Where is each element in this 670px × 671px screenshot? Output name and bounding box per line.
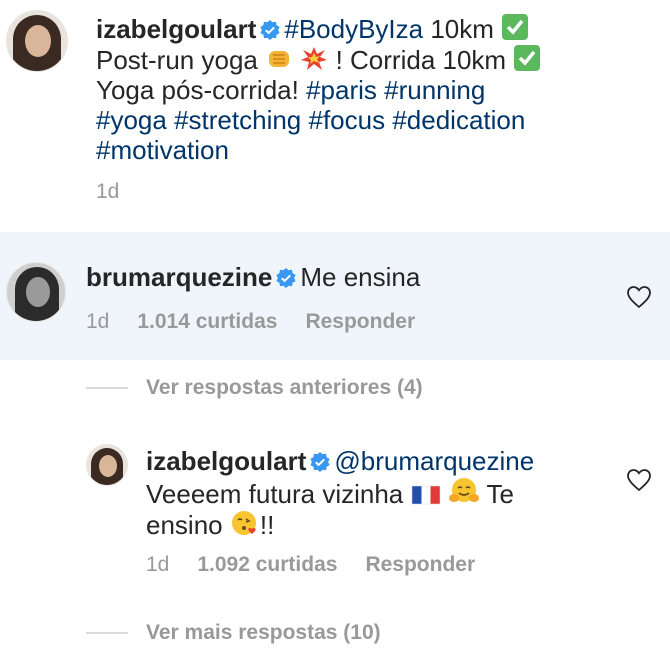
view-previous-replies-button[interactable]: Ver respostas anteriores (4) (146, 376, 423, 400)
caption-avatar[interactable] (6, 10, 68, 72)
heart-outline-icon[interactable] (626, 468, 652, 492)
reply-body-part-3: ensino (146, 510, 223, 540)
hashtag-motivation[interactable]: #motivation (96, 135, 229, 165)
comment-likes-count[interactable]: 1.014 curtidas (137, 310, 277, 333)
comment-text: brumarquezine Me ensina (86, 262, 606, 292)
caption-yoga-text: Yoga pós-corrida! (96, 75, 299, 105)
reply-line-1: izabelgoulart @brumarquezine (146, 446, 606, 476)
comment-body: Me ensina (300, 262, 421, 292)
comment-avatar[interactable] (6, 262, 66, 322)
reply-reply-button[interactable]: Responder (365, 553, 475, 576)
caption-post-run-text: Post-run yoga (96, 45, 258, 75)
highlighted-comment-background (0, 232, 670, 360)
verified-badge-icon (276, 268, 296, 288)
check-mark-emoji (514, 45, 541, 71)
caption-line-1: izabelgoulart #BodyByIza 10km (96, 13, 656, 44)
hashtag-focus[interactable]: #focus (309, 105, 386, 135)
france-flag-emoji (411, 485, 440, 505)
hugging-face-emoji (448, 478, 479, 502)
comment-meta: 1d 1.014 curtidas Responder (86, 310, 443, 334)
mention-brumarquezine[interactable]: @brumarquezine (334, 446, 534, 476)
comment-username[interactable]: brumarquezine (86, 262, 272, 292)
caption: izabelgoulart #BodyByIza 10km Post-run yo… (96, 13, 656, 165)
caption-line-3: Yoga pós-corrida! #paris #running (96, 75, 656, 105)
reply-avatar[interactable] (86, 444, 128, 486)
caption-10km: 10km (430, 14, 494, 44)
hashtag-yoga[interactable]: #yoga (96, 105, 167, 135)
hashtag-running[interactable]: #running (384, 75, 485, 105)
hashtag-dedication[interactable]: #dedication (392, 105, 525, 135)
hashtag-bodybyiza[interactable]: #BodyByIza (284, 14, 423, 44)
collision-emoji (301, 47, 328, 70)
verified-badge-icon (310, 452, 330, 472)
reply-body-part-4: !! (259, 510, 275, 540)
view-previous-divider (86, 387, 128, 389)
reply-body-part-1: Veeeem futura vizinha (146, 479, 404, 509)
reply-likes-count[interactable]: 1.092 curtidas (197, 553, 337, 576)
reply-time[interactable]: 1d (146, 553, 169, 576)
check-mark-emoji (502, 14, 529, 40)
kiss-face-emoji (231, 511, 256, 535)
view-more-divider (86, 632, 128, 634)
comment-reply-button[interactable]: Responder (305, 310, 415, 333)
reply-text: izabelgoulart @brumarquezine Veeeem futur… (146, 446, 606, 540)
reply-body-part-2: Te (486, 479, 514, 509)
caption-time[interactable]: 1d (96, 180, 119, 203)
hashtag-paris[interactable]: #paris (306, 75, 377, 105)
caption-username[interactable]: izabelgoulart (96, 14, 256, 44)
caption-corrida-text: ! Corrida 10km (335, 45, 507, 75)
caption-line-5: #motivation (96, 135, 656, 165)
reply-line-3: ensino !! (146, 509, 606, 540)
fist-emoji (269, 51, 290, 67)
reply-line-2: Veeeem futura vizinha Te (146, 476, 606, 509)
verified-badge-icon (260, 20, 280, 40)
reply-username[interactable]: izabelgoulart (146, 446, 306, 476)
reply-meta: 1d 1.092 curtidas Responder (146, 553, 503, 577)
heart-outline-icon[interactable] (626, 285, 652, 309)
caption-meta: 1d (96, 180, 147, 204)
caption-line-2: Post-run yoga ! Corrida 10km (96, 44, 656, 75)
comment-time[interactable]: 1d (86, 310, 109, 333)
caption-line-4: #yoga #stretching #focus #dedication (96, 105, 656, 135)
view-more-replies-button[interactable]: Ver mais respostas (10) (146, 621, 381, 645)
hashtag-stretching[interactable]: #stretching (174, 105, 301, 135)
